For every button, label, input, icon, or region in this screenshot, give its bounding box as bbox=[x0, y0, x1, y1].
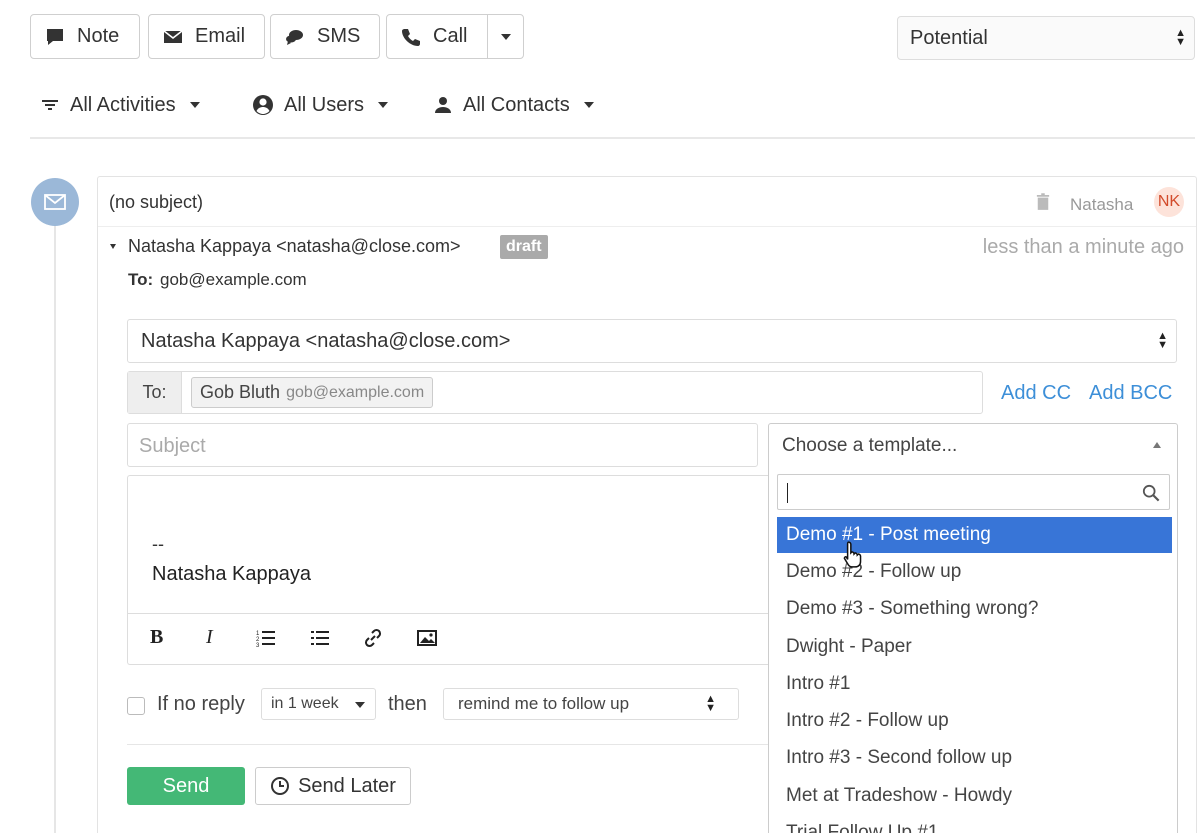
signature-name: Natasha Kappaya bbox=[152, 563, 312, 585]
template-dropdown[interactable]: Choose a template... Demo #1 - Post meet… bbox=[768, 423, 1178, 833]
email-from: Natasha Kappaya <natasha@close.com> bbox=[128, 236, 461, 256]
bold-icon[interactable]: B bbox=[150, 626, 163, 649]
caret-up-icon bbox=[1153, 442, 1161, 448]
envelope-icon bbox=[163, 29, 183, 43]
call-options-dropdown[interactable] bbox=[487, 14, 524, 59]
subject-placeholder: Subject bbox=[139, 435, 206, 457]
recipient-name: Gob Bluth bbox=[200, 382, 281, 402]
email-activity-marker bbox=[31, 178, 79, 226]
search-icon bbox=[1142, 484, 1160, 502]
if-no-reply-label: If no reply bbox=[157, 693, 245, 715]
filter-activities-label: All Activities bbox=[70, 93, 176, 116]
divider bbox=[30, 137, 1195, 139]
to-address: gob@example.com bbox=[160, 270, 307, 289]
subject-input[interactable]: Subject bbox=[127, 423, 758, 467]
updown-arrows-icon: ▲ ▼ bbox=[705, 693, 716, 714]
delay-select-value: in 1 week bbox=[271, 695, 339, 712]
template-option[interactable]: Trial Follow Up #1 bbox=[777, 815, 1172, 833]
to-field-label: To: bbox=[128, 372, 182, 413]
to-label: To: bbox=[128, 270, 154, 289]
recipient-email: gob@example.com bbox=[286, 383, 425, 401]
email-button-label: Email bbox=[195, 25, 246, 47]
action-select-value: remind me to follow up bbox=[458, 694, 630, 713]
to-field[interactable]: To: Gob Bluth gob@example.com bbox=[127, 371, 983, 414]
recipient-chip[interactable]: Gob Bluth gob@example.com bbox=[191, 377, 434, 408]
filter-icon bbox=[42, 100, 58, 110]
numbered-list-icon[interactable]: 123 bbox=[256, 628, 276, 648]
person-icon bbox=[435, 97, 451, 113]
avatar: NK bbox=[1154, 187, 1184, 217]
email-button[interactable]: Email bbox=[148, 14, 265, 59]
caret-down-icon bbox=[189, 102, 200, 108]
phone-icon bbox=[402, 28, 420, 46]
editor-divider bbox=[128, 613, 788, 614]
action-select[interactable]: remind me to follow up ▲ ▼ bbox=[443, 688, 739, 720]
card-header: (no subject) Natasha NK bbox=[98, 177, 1196, 227]
add-bcc-link[interactable]: Add BCC bbox=[1089, 382, 1172, 405]
updown-arrows-icon: ▲ ▼ bbox=[1175, 27, 1186, 48]
sms-button-label: SMS bbox=[317, 25, 361, 47]
send-later-label: Send Later bbox=[298, 774, 396, 797]
from-select[interactable]: Natasha Kappaya <natasha@close.com> ▲ ▼ bbox=[127, 319, 1177, 363]
timestamp: less than a minute ago bbox=[982, 236, 1184, 258]
chat-bubbles-icon bbox=[286, 29, 303, 45]
note-button[interactable]: Note bbox=[30, 14, 140, 59]
template-option[interactable]: Dwight - Paper bbox=[777, 629, 1172, 665]
italic-icon[interactable]: I bbox=[206, 626, 213, 649]
draft-badge: draft bbox=[500, 235, 548, 259]
call-button-label: Call bbox=[433, 25, 468, 47]
status-select-value: Potential bbox=[910, 26, 988, 49]
from-select-value: Natasha Kappaya <natasha@close.com> bbox=[141, 329, 511, 352]
add-cc-link[interactable]: Add CC bbox=[1001, 382, 1071, 405]
svg-text:3: 3 bbox=[256, 643, 260, 648]
filter-activities[interactable]: All Activities bbox=[40, 88, 200, 122]
trash-icon[interactable] bbox=[1036, 193, 1050, 211]
clock-icon bbox=[271, 777, 290, 795]
caret-down-icon bbox=[355, 702, 365, 708]
template-search-input[interactable] bbox=[777, 474, 1170, 510]
timeline-line bbox=[54, 200, 56, 833]
updown-arrows-icon: ▲ ▼ bbox=[1157, 330, 1168, 351]
caret-down-icon bbox=[583, 102, 594, 108]
message-editor[interactable]: -- Natasha Kappaya bbox=[127, 475, 788, 665]
template-option[interactable]: Intro #2 - Follow up bbox=[777, 703, 1172, 739]
template-select-value: Choose a template... bbox=[782, 435, 958, 456]
image-icon[interactable] bbox=[417, 628, 437, 648]
template-option[interactable]: Met at Tradeshow - Howdy bbox=[777, 778, 1172, 814]
template-option[interactable]: Demo #2 - Follow up bbox=[777, 554, 1172, 590]
template-option[interactable]: Demo #1 - Post meeting bbox=[777, 517, 1172, 553]
template-option[interactable]: Intro #3 - Second follow up bbox=[777, 740, 1172, 776]
filter-users-label: All Users bbox=[284, 93, 365, 116]
signature-dash: -- bbox=[152, 534, 164, 554]
author-name: Natasha bbox=[1070, 195, 1134, 214]
status-select[interactable]: Potential ▲ ▼ bbox=[897, 16, 1195, 60]
filter-contacts[interactable]: All Contacts bbox=[433, 88, 594, 122]
hand-cursor-icon bbox=[843, 541, 862, 568]
send-later-button[interactable]: Send Later bbox=[255, 767, 411, 805]
envelope-icon bbox=[44, 194, 66, 210]
user-circle-icon bbox=[253, 95, 273, 115]
collapse-arrow-icon[interactable] bbox=[110, 244, 116, 250]
send-button[interactable]: Send bbox=[127, 767, 245, 805]
template-option[interactable]: Intro #1 bbox=[777, 666, 1172, 702]
caret-down-icon bbox=[378, 102, 389, 108]
delay-select[interactable]: in 1 week bbox=[261, 688, 376, 720]
caret-down-icon bbox=[500, 33, 511, 40]
divider bbox=[127, 744, 777, 745]
email-subject: (no subject) bbox=[109, 192, 204, 212]
filter-contacts-label: All Contacts bbox=[463, 93, 570, 116]
sms-button[interactable]: SMS bbox=[270, 14, 380, 59]
bullet-list-icon[interactable] bbox=[310, 628, 330, 648]
link-icon[interactable] bbox=[363, 628, 383, 648]
call-button[interactable]: Call bbox=[386, 14, 488, 59]
filter-users[interactable]: All Users bbox=[252, 88, 389, 122]
note-icon bbox=[47, 28, 63, 45]
note-button-label: Note bbox=[77, 25, 120, 47]
then-label: then bbox=[388, 693, 427, 715]
text-cursor bbox=[787, 483, 788, 503]
follow-up-checkbox[interactable] bbox=[127, 697, 145, 715]
template-option[interactable]: Demo #3 - Something wrong? bbox=[777, 591, 1172, 627]
